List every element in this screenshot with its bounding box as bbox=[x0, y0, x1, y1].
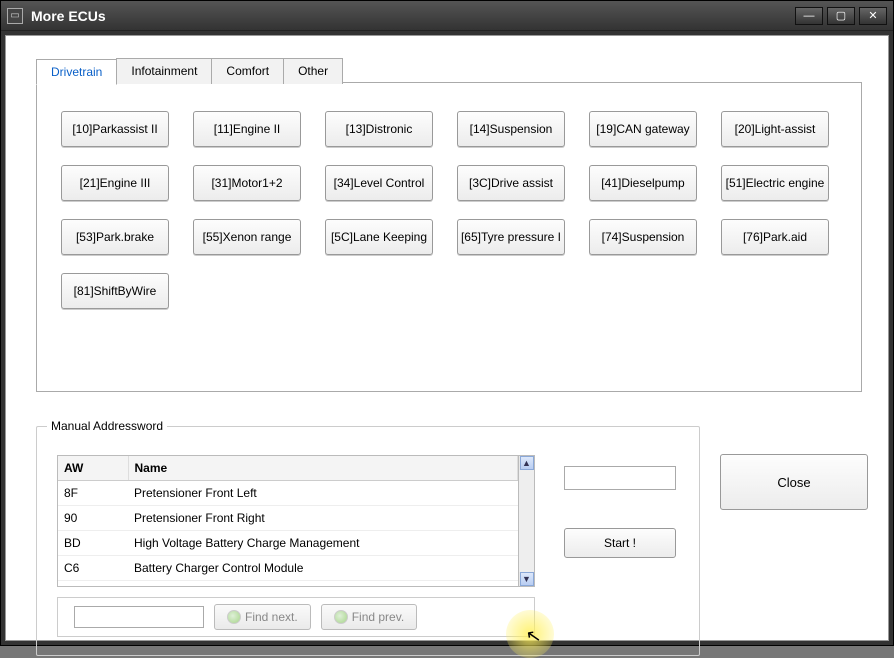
ecu-label: [53]Park.brake bbox=[76, 230, 154, 244]
ecu-label: [41]Dieselpump bbox=[601, 176, 684, 190]
titlebar[interactable]: ▭ More ECUs — ▢ ✕ bbox=[1, 1, 893, 31]
ecu-label: [19]CAN gateway bbox=[596, 122, 689, 136]
tab-label: Infotainment bbox=[131, 64, 197, 78]
ecu-button[interactable]: [51]Electric engine bbox=[721, 165, 829, 201]
ecu-label: [55]Xenon range bbox=[203, 230, 292, 244]
col-header-name[interactable]: Name bbox=[128, 456, 518, 481]
ecu-button[interactable]: [20]Light-assist bbox=[721, 111, 829, 147]
ecu-label: [20]Light-assist bbox=[735, 122, 816, 136]
ecu-label: [81]ShiftByWire bbox=[74, 284, 157, 298]
start-label: Start ! bbox=[604, 536, 636, 550]
tab-pane-drivetrain: [10]Parkassist II [11]Engine II [13]Dist… bbox=[36, 82, 862, 392]
table-row[interactable]: 8F Pretensioner Front Left bbox=[58, 481, 518, 506]
group-legend: Manual Addressword bbox=[47, 419, 167, 433]
cell-aw: 8F bbox=[58, 481, 128, 506]
client-area: Drivetrain Infotainment Comfort Other [1… bbox=[5, 35, 889, 641]
ecu-button[interactable]: [19]CAN gateway bbox=[589, 111, 697, 147]
cell-name: High Voltage Battery Charge Management bbox=[128, 531, 518, 556]
cell-name: Battery Charger Control Module bbox=[128, 556, 518, 581]
ecu-button[interactable]: [65]Tyre pressure I bbox=[457, 219, 565, 255]
search-input[interactable] bbox=[74, 606, 204, 628]
find-next-button[interactable]: Find next. bbox=[214, 604, 311, 630]
cell-aw: 90 bbox=[58, 506, 128, 531]
tab-label: Drivetrain bbox=[51, 65, 102, 79]
tab-label: Comfort bbox=[226, 64, 269, 78]
ecu-label: [14]Suspension bbox=[470, 122, 553, 136]
ecu-button[interactable]: [10]Parkassist II bbox=[61, 111, 169, 147]
ecu-label: [65]Tyre pressure I bbox=[461, 230, 561, 244]
ecu-button[interactable]: [31]Motor1+2 bbox=[193, 165, 301, 201]
close-button[interactable]: Close bbox=[720, 454, 868, 510]
ecu-label: [74]Suspension bbox=[602, 230, 685, 244]
ecu-label: [11]Engine II bbox=[214, 122, 281, 136]
scroll-up-icon[interactable]: ▲ bbox=[520, 456, 534, 470]
cell-aw: BD bbox=[58, 531, 128, 556]
ecu-label: [76]Park.aid bbox=[743, 230, 807, 244]
ecu-button[interactable]: [74]Suspension bbox=[589, 219, 697, 255]
ecu-button[interactable]: [13]Distronic bbox=[325, 111, 433, 147]
ecu-button[interactable]: [81]ShiftByWire bbox=[61, 273, 169, 309]
tab-drivetrain[interactable]: Drivetrain bbox=[36, 59, 117, 85]
ecu-label: [5C]Lane Keeping bbox=[331, 230, 427, 244]
window-controls: — ▢ ✕ bbox=[795, 7, 887, 25]
ecu-button[interactable]: [53]Park.brake bbox=[61, 219, 169, 255]
col-header-aw[interactable]: AW bbox=[58, 456, 128, 481]
ecu-button[interactable]: [21]Engine III bbox=[61, 165, 169, 201]
tab-comfort[interactable]: Comfort bbox=[211, 58, 284, 84]
find-prev-icon bbox=[334, 610, 348, 624]
scroll-down-icon[interactable]: ▼ bbox=[520, 572, 534, 586]
close-label: Close bbox=[777, 475, 810, 490]
scroll-track[interactable] bbox=[519, 470, 534, 572]
ecu-button[interactable]: [76]Park.aid bbox=[721, 219, 829, 255]
ecu-button[interactable]: [34]Level Control bbox=[325, 165, 433, 201]
addressword-table-wrap: AW Name 8F Pretensioner Front Left 90 bbox=[57, 455, 535, 587]
ecu-button[interactable]: [14]Suspension bbox=[457, 111, 565, 147]
search-bar: Find next. Find prev. bbox=[57, 597, 535, 637]
minimize-button[interactable]: — bbox=[795, 7, 823, 25]
tab-label: Other bbox=[298, 64, 328, 78]
cell-name: Pretensioner Front Right bbox=[128, 506, 518, 531]
ecu-button[interactable]: [55]Xenon range bbox=[193, 219, 301, 255]
app-window: ▭ More ECUs — ▢ ✕ Drivetrain Infotainmen… bbox=[0, 0, 894, 646]
find-next-icon bbox=[227, 610, 241, 624]
close-window-button[interactable]: ✕ bbox=[859, 7, 887, 25]
window-title: More ECUs bbox=[31, 8, 795, 24]
tab-strip: Drivetrain Infotainment Comfort Other bbox=[36, 58, 342, 84]
ecu-label: [10]Parkassist II bbox=[72, 122, 157, 136]
ecu-button[interactable]: [5C]Lane Keeping bbox=[325, 219, 433, 255]
start-button[interactable]: Start ! bbox=[564, 528, 676, 558]
ecu-label: [3C]Drive assist bbox=[469, 176, 553, 190]
find-prev-button[interactable]: Find prev. bbox=[321, 604, 417, 630]
ecu-grid: [10]Parkassist II [11]Engine II [13]Dist… bbox=[37, 83, 861, 337]
ecu-label: [21]Engine III bbox=[80, 176, 151, 190]
tab-infotainment[interactable]: Infotainment bbox=[116, 58, 212, 84]
ecu-label: [31]Motor1+2 bbox=[211, 176, 282, 190]
cell-aw: C6 bbox=[58, 556, 128, 581]
side-input[interactable] bbox=[564, 466, 676, 490]
tab-other[interactable]: Other bbox=[283, 58, 343, 84]
ecu-button[interactable]: [3C]Drive assist bbox=[457, 165, 565, 201]
ecu-button[interactable]: [11]Engine II bbox=[193, 111, 301, 147]
table-row[interactable]: BD High Voltage Battery Charge Managemen… bbox=[58, 531, 518, 556]
cell-name: Pretensioner Front Left bbox=[128, 481, 518, 506]
ecu-label: [13]Distronic bbox=[346, 122, 413, 136]
find-prev-label: Find prev. bbox=[352, 610, 404, 624]
system-menu-icon[interactable]: ▭ bbox=[7, 8, 23, 24]
ecu-label: [51]Electric engine bbox=[726, 176, 825, 190]
ecu-label: [34]Level Control bbox=[334, 176, 425, 190]
addressword-table: AW Name 8F Pretensioner Front Left 90 bbox=[58, 456, 518, 581]
maximize-button[interactable]: ▢ bbox=[827, 7, 855, 25]
find-next-label: Find next. bbox=[245, 610, 298, 624]
table-vertical-scrollbar[interactable]: ▲ ▼ bbox=[518, 456, 534, 586]
table-row[interactable]: C6 Battery Charger Control Module bbox=[58, 556, 518, 581]
ecu-button[interactable]: [41]Dieselpump bbox=[589, 165, 697, 201]
addressword-table-scroll[interactable]: AW Name 8F Pretensioner Front Left 90 bbox=[58, 456, 518, 586]
table-row[interactable]: 90 Pretensioner Front Right bbox=[58, 506, 518, 531]
